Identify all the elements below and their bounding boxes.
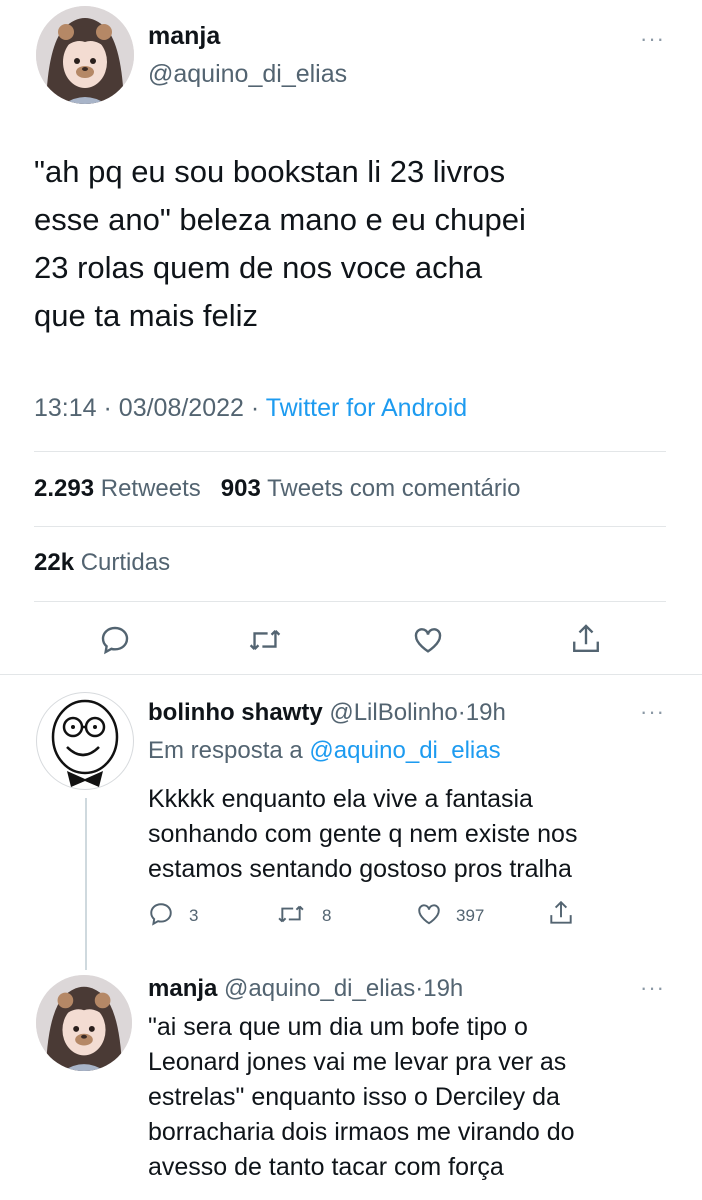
tweet-meta: 13:14 · 03/08/2022 · Twitter for Android — [34, 394, 467, 423]
share-button[interactable] — [570, 622, 602, 661]
likes-stat[interactable]: 22k Curtidas — [34, 549, 170, 577]
avatar[interactable] — [36, 975, 132, 1071]
retweets-label: Retweets — [100, 475, 201, 502]
retweet-button[interactable] — [276, 901, 306, 932]
share-button[interactable] — [548, 899, 574, 932]
quotes-count: 903 — [220, 475, 261, 502]
meta-separator: · — [457, 699, 466, 726]
like-icon — [414, 628, 442, 653]
author-name[interactable]: manja — [148, 975, 217, 1002]
retweet-button[interactable] — [248, 624, 282, 661]
likes-count: 22k — [34, 549, 75, 576]
reply-time[interactable]: 19h — [466, 699, 506, 726]
avatar-image — [36, 975, 132, 1071]
likes-label: Curtidas — [80, 549, 171, 576]
reply-context-prefix: Em resposta a — [148, 737, 303, 764]
retweets-stat[interactable]: 2.293 Retweets — [34, 475, 201, 502]
more-icon[interactable]: ··· — [640, 26, 665, 52]
more-icon[interactable]: ··· — [640, 975, 665, 1001]
thread-line — [85, 798, 87, 970]
reply-icon — [101, 626, 129, 655]
avatar[interactable] — [36, 692, 134, 790]
tweet-date: 03/08/2022 — [118, 394, 244, 422]
like-icon — [418, 904, 440, 925]
reply-count: 3 — [189, 906, 199, 925]
author-handle[interactable]: @LilBolinho — [329, 699, 457, 726]
tweet-time: 13:14 — [34, 394, 97, 422]
share-icon — [573, 624, 599, 652]
reply-context: Em resposta a @aquino_di_elias — [148, 737, 501, 765]
like-count: 397 — [456, 906, 485, 925]
divider — [0, 674, 702, 675]
reply-time[interactable]: 19h — [423, 975, 463, 1002]
quotes-label: Tweets com comentário — [267, 475, 521, 502]
author-handle[interactable]: @aquino_di_elias — [148, 60, 347, 89]
retweets-count: 2.293 — [34, 475, 95, 502]
meta-separator: · — [103, 394, 112, 422]
quotes-stat[interactable]: 903 Tweets com comentário — [221, 475, 521, 502]
reply-icon — [150, 903, 172, 926]
avatar-image — [51, 699, 119, 787]
meta-separator: · — [250, 394, 260, 422]
divider — [34, 451, 666, 452]
reply-text: Kkkkk enquanto ela vive a fantasia sonha… — [148, 785, 578, 883]
reply-header: bolinho shawty @LilBolinho·19h — [148, 699, 506, 727]
reply-button[interactable] — [99, 624, 131, 661]
retweet-count: 8 — [322, 906, 332, 925]
like-button[interactable] — [412, 624, 444, 661]
author-handle[interactable]: @aquino_di_elias — [224, 975, 415, 1002]
tweet-text: "ah pq eu sou bookstan li 23 livros esse… — [34, 154, 526, 333]
retweet-icon — [249, 630, 281, 650]
reply-button[interactable] — [148, 901, 174, 932]
divider — [34, 526, 666, 527]
retweet-icon — [278, 905, 304, 923]
more-icon[interactable]: ··· — [640, 699, 665, 725]
reply-header: manja @aquino_di_elias·19h — [148, 975, 463, 1003]
like-button[interactable] — [415, 901, 443, 932]
avatar-image — [36, 6, 134, 104]
tweet-source-link[interactable]: Twitter for Android — [266, 394, 467, 422]
share-icon — [550, 900, 572, 924]
reply-to-link[interactable]: @aquino_di_elias — [309, 737, 500, 764]
divider — [34, 601, 666, 602]
retweet-stats: 2.293 Retweets 903 Tweets com comentário — [34, 475, 521, 503]
author-name[interactable]: manja — [148, 22, 220, 51]
author-name[interactable]: bolinho shawty — [148, 699, 323, 726]
avatar[interactable] — [36, 6, 134, 104]
reply-text: "ai sera que um dia um bofe tipo o Leona… — [148, 1013, 575, 1181]
